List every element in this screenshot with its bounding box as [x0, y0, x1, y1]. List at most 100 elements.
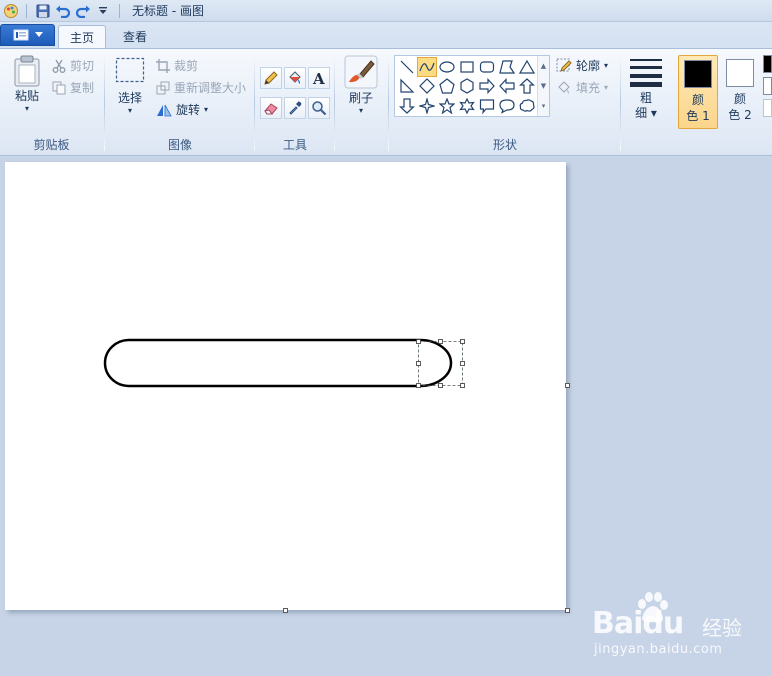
polygon-shape[interactable] — [497, 57, 517, 77]
tab-home[interactable]: 主页 — [58, 25, 107, 49]
magnifier-tool[interactable] — [308, 97, 330, 119]
shapes-gallery-scrollbar[interactable]: ▲ ▼ ▾ — [537, 56, 549, 116]
oval-callout-shape[interactable] — [497, 96, 517, 116]
rectangle-icon — [460, 61, 474, 73]
shapes-gallery: ▲ ▼ ▾ — [394, 55, 550, 117]
group-divider — [334, 55, 335, 151]
diamond-shape[interactable] — [417, 76, 437, 96]
curve-icon — [419, 62, 435, 72]
down-arrow-shape[interactable] — [397, 96, 417, 116]
select-button[interactable]: 选择 ▾ — [112, 57, 148, 115]
redo-icon[interactable] — [73, 2, 93, 20]
color-1-swatch — [684, 60, 712, 88]
group-divider — [254, 55, 255, 151]
undo-icon[interactable] — [53, 2, 73, 20]
right-arrow-icon — [479, 78, 495, 94]
scroll-up-arrow-icon[interactable]: ▲ — [541, 62, 546, 70]
color-2-button[interactable]: 颜色 2 — [720, 55, 760, 129]
oval-shape[interactable] — [437, 57, 457, 77]
canvas-resize-handle-corner[interactable] — [565, 608, 570, 613]
palette-color-white[interactable] — [763, 77, 772, 95]
color-2-swatch — [726, 59, 754, 87]
image-group-label: 图像 — [167, 138, 192, 152]
outline-label: 轮廓 — [576, 59, 601, 73]
crop-label: 裁剪 — [174, 59, 199, 73]
copy-icon — [52, 81, 66, 94]
rectangle-shape[interactable] — [457, 57, 477, 77]
cloud-callout-shape[interactable] — [517, 96, 537, 116]
select-label: 选择 — [117, 91, 142, 105]
title-separator — [119, 3, 120, 18]
color-picker-tool[interactable] — [284, 97, 306, 119]
four-point-star-shape[interactable] — [417, 96, 437, 116]
resize-button[interactable]: 重新调整大小 — [156, 79, 246, 96]
select-dropdown-arrow: ▾ — [127, 106, 132, 115]
title-bar: 无标题 - 画图 — [0, 0, 772, 22]
selection-handle — [438, 339, 443, 344]
ribbon-tab-row: 主页 查看 — [0, 22, 772, 49]
up-arrow-shape[interactable] — [517, 76, 537, 96]
rotate-button[interactable]: 旋转 ▾ — [156, 101, 208, 118]
customize-quick-access-icon[interactable] — [93, 2, 113, 20]
four-point-star-icon — [419, 98, 435, 114]
fill-button[interactable]: 填充 ▾ — [556, 79, 608, 96]
rotate-icon — [157, 104, 172, 116]
paste-label: 粘贴 — [14, 89, 39, 103]
group-divider — [388, 55, 389, 151]
outline-button[interactable]: 轮廓 ▾ — [556, 57, 608, 74]
paint-app-icon[interactable] — [2, 2, 20, 20]
tab-view[interactable]: 查看 — [112, 25, 158, 48]
quick-access-separator — [26, 3, 27, 18]
crop-button[interactable]: 裁剪 — [156, 57, 198, 74]
scroll-down-arrow-icon[interactable]: ▼ — [541, 82, 546, 90]
paint-bucket-icon — [289, 71, 301, 84]
canvas-drawing[interactable] — [5, 162, 566, 610]
right-triangle-icon — [400, 78, 415, 93]
paint-menu-button[interactable] — [0, 24, 55, 46]
hexagon-shape[interactable] — [457, 76, 477, 96]
palette-color-empty[interactable] — [763, 99, 772, 117]
text-a-icon: A — [312, 70, 325, 86]
line-shape[interactable] — [397, 57, 417, 77]
right-triangle-shape[interactable] — [397, 76, 417, 96]
svg-text:A: A — [312, 70, 325, 86]
left-arrow-icon — [499, 78, 515, 94]
cut-button[interactable]: 剪切 — [52, 57, 94, 74]
triangle-shape[interactable] — [517, 57, 537, 77]
six-point-star-icon — [459, 98, 475, 114]
canvas-resize-handle-right[interactable] — [565, 383, 570, 388]
drawing-canvas[interactable] — [5, 162, 566, 610]
canvas-resize-handle-bottom[interactable] — [283, 608, 288, 613]
image-group: 选择 ▾ 裁剪 重新调整大小 旋转 ▾ 图像 — [106, 49, 254, 155]
brushes-button[interactable]: 刷子 ▾ — [342, 55, 380, 115]
save-icon[interactable] — [33, 2, 53, 20]
pencil-tool[interactable] — [260, 67, 282, 89]
six-point-star-shape[interactable] — [457, 96, 477, 116]
pentagon-shape[interactable] — [437, 76, 457, 96]
rectangle-callout-shape[interactable] — [477, 96, 497, 116]
curve-shape[interactable] — [417, 57, 437, 77]
watermark-brand: Baidu — [592, 606, 684, 641]
brushes-dropdown-arrow: ▾ — [358, 106, 363, 115]
text-tool[interactable]: A — [308, 67, 330, 89]
paste-button[interactable]: 粘贴 ▾ — [8, 55, 46, 113]
eraser-tool[interactable] — [260, 97, 282, 119]
palette-color-black[interactable] — [763, 55, 772, 73]
size-label-line1: 粗 — [639, 91, 652, 105]
left-arrow-shape[interactable] — [497, 76, 517, 96]
scissors-icon — [52, 59, 66, 73]
color-1-button[interactable]: 颜色 1 — [678, 55, 718, 129]
rounded-rectangle-shape[interactable] — [477, 57, 497, 77]
rectangle-callout-icon — [479, 99, 495, 114]
five-point-star-shape[interactable] — [437, 96, 457, 116]
pentagon-icon — [439, 78, 455, 94]
size-button[interactable]: 粗 细 ▾ — [626, 57, 666, 121]
copy-button[interactable]: 复制 — [52, 79, 94, 96]
outline-pen-icon — [556, 58, 572, 72]
gallery-expand-icon[interactable]: ▾ — [542, 102, 546, 110]
fill-tool[interactable] — [284, 67, 306, 89]
watermark-brand-cn: 经验 — [702, 616, 742, 640]
eraser-icon — [264, 103, 278, 115]
right-arrow-shape[interactable] — [477, 76, 497, 96]
rotate-label: 旋转 — [176, 103, 201, 117]
